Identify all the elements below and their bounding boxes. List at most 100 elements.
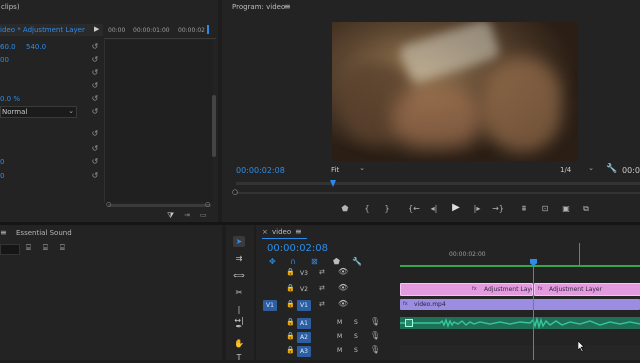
pen-tool-icon[interactable]: ✒: [233, 321, 245, 332]
audio-clip[interactable]: [400, 317, 640, 329]
lock-icon[interactable]: 🔒: [286, 346, 295, 354]
reset-icon[interactable]: ↺: [91, 108, 99, 116]
search-input[interactable]: [0, 244, 20, 255]
wrench-icon[interactable]: 🔧: [606, 164, 617, 174]
source-patch-v1[interactable]: V1: [263, 300, 277, 311]
ec-scroll-v[interactable]: [212, 95, 216, 157]
slip-tool-icon[interactable]: |↔|: [233, 304, 245, 325]
track-target-a2[interactable]: A2: [297, 332, 311, 343]
go-to-in-icon[interactable]: {←: [408, 204, 420, 214]
track-select-icon[interactable]: ⇉: [233, 253, 245, 264]
sequence-tab-title[interactable]: video: [272, 228, 291, 236]
track-lane-a2[interactable]: [400, 331, 640, 345]
linked-selection-icon[interactable]: ∩: [290, 257, 296, 266]
program-timecode[interactable]: 00:00:02:08: [236, 166, 285, 175]
selection-tool-icon[interactable]: ➤: [233, 236, 245, 247]
export-icon[interactable]: ⇥: [184, 211, 190, 219]
tab-essential-sound[interactable]: Essential Sound: [16, 229, 72, 237]
ec-keyframe-area[interactable]: [104, 40, 213, 202]
opacity-value[interactable]: 0.0 %: [0, 95, 20, 103]
lock-icon[interactable]: 🔒: [286, 284, 295, 292]
reset-icon[interactable]: ↺: [91, 130, 99, 138]
lock-icon[interactable]: 🔒: [286, 318, 295, 326]
close-icon[interactable]: ×: [262, 228, 268, 236]
step-back-icon[interactable]: ◂|: [429, 204, 439, 214]
video-frame[interactable]: [332, 22, 578, 161]
program-scrub-bar[interactable]: [236, 182, 640, 185]
reset-icon[interactable]: ↺: [91, 95, 99, 103]
zoom-handle-icon[interactable]: ○: [232, 188, 238, 196]
property-value[interactable]: 0: [0, 172, 4, 180]
position-y-value[interactable]: 540.0: [26, 43, 46, 51]
reset-icon[interactable]: ↺: [91, 82, 99, 90]
video-clip[interactable]: fx video.mp4: [400, 299, 640, 310]
track-lane-v3[interactable]: [400, 267, 640, 283]
filter-icon[interactable]: ⧩: [167, 211, 174, 221]
reset-icon[interactable]: ↺: [91, 69, 99, 77]
new-bin-icon[interactable]: ⌸: [43, 243, 48, 253]
adjustment-layer-clip[interactable]: fx Adjustment Laye: [400, 283, 533, 296]
reset-icon[interactable]: ↺: [91, 43, 99, 51]
program-zoom-bar[interactable]: [236, 192, 640, 194]
track-target-a3[interactable]: A3: [297, 346, 311, 357]
export-frame-icon[interactable]: ▣: [560, 204, 572, 214]
program-monitor-title[interactable]: Program: video: [232, 3, 285, 11]
new-bin-icon[interactable]: ⌸: [60, 243, 65, 253]
sync-lock-icon[interactable]: ⇄: [319, 300, 325, 308]
timeline-timecode[interactable]: 00:00:02:08: [267, 243, 328, 254]
property-value[interactable]: 0: [0, 158, 4, 166]
wrench-icon[interactable]: 🔧: [352, 257, 362, 266]
fit-select[interactable]: Fit ⌄: [329, 164, 367, 175]
play-icon[interactable]: ▶: [450, 203, 462, 213]
extract-icon[interactable]: ⊡: [539, 204, 551, 214]
microphone-icon[interactable]: 🎙: [370, 345, 380, 354]
hand-tool-icon[interactable]: ✋: [233, 338, 245, 349]
go-to-out-icon[interactable]: →}: [492, 204, 504, 214]
solo-button[interactable]: S: [354, 347, 358, 354]
mute-button[interactable]: M: [337, 319, 342, 326]
reset-icon[interactable]: ↺: [91, 145, 99, 153]
add-marker-icon[interactable]: ⬟: [340, 204, 350, 214]
sync-lock-icon[interactable]: ⇄: [319, 284, 325, 292]
step-forward-icon[interactable]: |▸: [472, 204, 482, 214]
ec-playhead[interactable]: [207, 25, 209, 34]
panel-menu-icon[interactable]: ≡: [284, 2, 291, 11]
ec-scroll-h[interactable]: [108, 204, 211, 207]
panel-menu-icon[interactable]: ≡: [0, 228, 7, 237]
lift-icon[interactable]: ⩩: [518, 204, 530, 214]
ripple-edit-icon[interactable]: ⟺: [233, 270, 245, 281]
track-target-v1[interactable]: V1: [297, 300, 311, 311]
microphone-icon[interactable]: 🎙: [370, 317, 380, 326]
track-lane-a3[interactable]: [400, 345, 640, 360]
play-audio-icon[interactable]: ▶: [94, 25, 99, 33]
snap-icon[interactable]: ✥: [269, 257, 276, 266]
track-target-v2[interactable]: V2: [297, 284, 311, 295]
panel-tab-fragment[interactable]: clips): [1, 3, 20, 11]
mute-button[interactable]: M: [337, 333, 342, 340]
eye-icon[interactable]: 👁: [338, 299, 348, 308]
new-bin-icon[interactable]: ⌸: [26, 243, 31, 253]
reset-icon[interactable]: ↺: [91, 158, 99, 166]
solo-button[interactable]: S: [354, 333, 358, 340]
insert-sequence-icon[interactable]: ⊠: [311, 257, 318, 266]
lock-icon[interactable]: 🔒: [286, 268, 295, 276]
track-target-a1[interactable]: A1: [297, 318, 311, 329]
eye-icon[interactable]: 👁: [338, 283, 348, 292]
mark-in-icon[interactable]: {: [362, 204, 372, 214]
reset-icon[interactable]: ↺: [91, 172, 99, 180]
adjustment-layer-clip[interactable]: fx Adjustment Layer: [534, 283, 640, 296]
lock-icon[interactable]: 🔒: [286, 332, 295, 340]
settings-icon[interactable]: ▭: [200, 211, 207, 219]
track-target-v3[interactable]: V3: [297, 268, 311, 279]
lock-icon[interactable]: 🔒: [286, 300, 295, 308]
comparison-view-icon[interactable]: ⧉: [580, 204, 592, 214]
type-tool-icon[interactable]: T: [233, 352, 245, 363]
scroll-handle-icon[interactable]: ○: [106, 201, 111, 208]
sync-lock-icon[interactable]: ⇄: [319, 268, 325, 276]
eye-icon[interactable]: 👁: [338, 267, 348, 276]
mute-button[interactable]: M: [337, 347, 342, 354]
resolution-select[interactable]: 1/4 ⌄: [558, 164, 598, 175]
blend-mode-select[interactable]: Normal ⌄: [0, 106, 77, 118]
timeline-ruler[interactable]: 00:00:02:00: [400, 243, 640, 267]
mark-out-icon[interactable]: }: [382, 204, 392, 214]
